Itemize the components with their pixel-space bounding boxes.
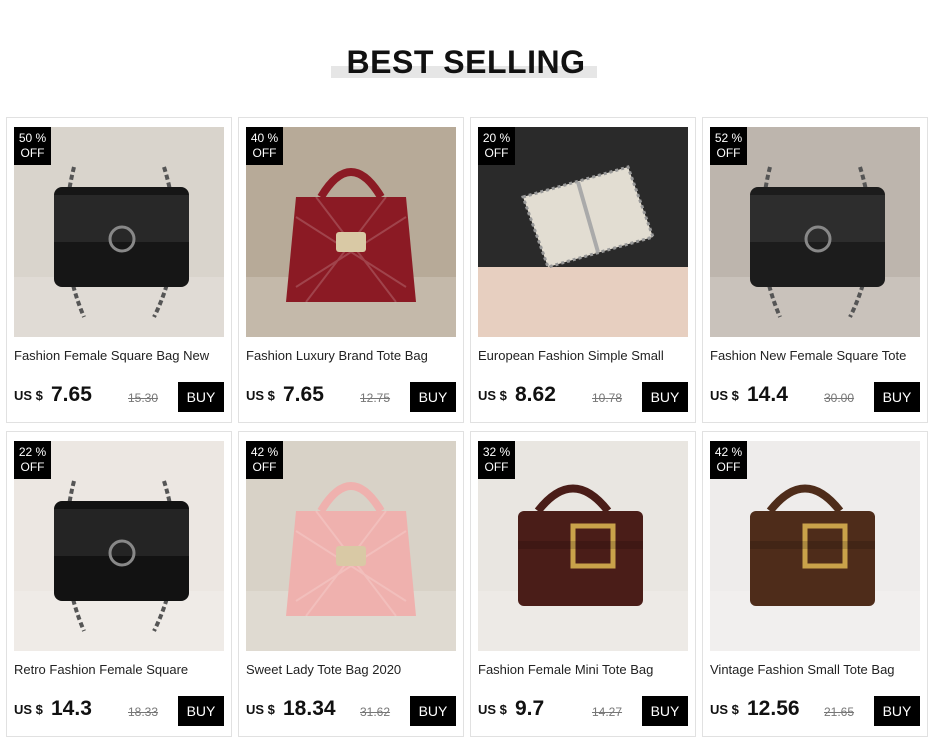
- currency-label: US $: [246, 702, 275, 717]
- product-name[interactable]: Fashion Female Square Bag New: [14, 348, 226, 363]
- product-card[interactable]: 52 % OFF Fashion New Female Square Tote US …: [702, 117, 928, 423]
- discount-badge: 42 % OFF: [246, 441, 283, 479]
- original-price: 10.78: [592, 391, 623, 405]
- original-price: 15.30: [128, 391, 159, 405]
- original-price: 14.27: [592, 705, 623, 719]
- discount-badge: 22 % OFF: [14, 441, 51, 479]
- buy-button[interactable]: BUY: [178, 382, 224, 412]
- product-card[interactable]: 32 % OFF Fashion Female Mini Tote Bag US $ 9…: [470, 431, 696, 737]
- discount-percent: 42 %: [250, 445, 279, 459]
- product-card[interactable]: 20 % OFF European Fashion Simple Small US $…: [470, 117, 696, 423]
- product-card[interactable]: 40 % OFF Fashion Luxury Brand Tote Bag US $…: [238, 117, 464, 423]
- currency-label: US $: [710, 388, 739, 403]
- buy-button[interactable]: BUY: [178, 696, 224, 726]
- product-card[interactable]: 42 % OFF Vintage Fashion Small Tote Bag US …: [702, 431, 928, 737]
- product-card[interactable]: 42 % OFF Sweet Lady Tote Bag 2020 US $ 18.34…: [238, 431, 464, 737]
- discount-percent: 40 %: [250, 131, 279, 145]
- discount-off-label: OFF: [716, 460, 741, 474]
- buy-button[interactable]: BUY: [874, 696, 920, 726]
- product-name[interactable]: Fashion Female Mini Tote Bag: [478, 662, 690, 677]
- currency-label: US $: [710, 702, 739, 717]
- sale-price: 9.7: [515, 697, 545, 720]
- discount-percent: 50 %: [18, 131, 47, 145]
- discount-off-label: OFF: [20, 146, 45, 160]
- currency-label: US $: [478, 388, 507, 403]
- discount-off-label: OFF: [252, 146, 277, 160]
- page-title: BEST SELLING: [346, 44, 586, 80]
- discount-badge: 50 % OFF: [14, 127, 51, 165]
- product-name[interactable]: Sweet Lady Tote Bag 2020: [246, 662, 458, 677]
- product-card[interactable]: 22 % OFF Retro Fashion Female Square US $ 14…: [6, 431, 232, 737]
- product-name[interactable]: European Fashion Simple Small: [478, 348, 690, 363]
- discount-badge: 42 % OFF: [710, 441, 747, 479]
- discount-percent: 42 %: [714, 445, 743, 459]
- original-price: 18.33: [128, 705, 159, 719]
- section-header: BEST SELLING: [0, 40, 932, 90]
- sale-price: 7.65: [283, 383, 324, 406]
- discount-percent: 22 %: [18, 445, 47, 459]
- discount-percent: 32 %: [482, 445, 511, 459]
- discount-off-label: OFF: [484, 146, 509, 160]
- original-price: 21.65: [824, 705, 855, 719]
- sale-price: 18.34: [283, 697, 336, 720]
- discount-badge: 20 % OFF: [478, 127, 515, 165]
- original-price: 12.75: [360, 391, 391, 405]
- discount-off-label: OFF: [716, 146, 741, 160]
- sale-price: 7.65: [51, 383, 92, 406]
- original-price: 30.00: [824, 391, 855, 405]
- sale-price: 14.3: [51, 697, 92, 720]
- product-name[interactable]: Vintage Fashion Small Tote Bag: [710, 662, 922, 677]
- discount-off-label: OFF: [484, 460, 509, 474]
- discount-off-label: OFF: [20, 460, 45, 474]
- buy-button[interactable]: BUY: [642, 696, 688, 726]
- sale-price: 12.56: [747, 697, 800, 720]
- product-name[interactable]: Fashion Luxury Brand Tote Bag: [246, 348, 458, 363]
- original-price: 31.62: [360, 705, 391, 719]
- buy-button[interactable]: BUY: [410, 696, 456, 726]
- discount-percent: 20 %: [482, 131, 511, 145]
- product-name[interactable]: Retro Fashion Female Square: [14, 662, 226, 677]
- sale-price: 14.4: [747, 383, 788, 406]
- currency-label: US $: [14, 388, 43, 403]
- discount-badge: 32 % OFF: [478, 441, 515, 479]
- product-card[interactable]: 50 % OFF Fashion Female Square Bag New US $…: [6, 117, 232, 423]
- sale-price: 8.62: [515, 383, 556, 406]
- discount-percent: 52 %: [714, 131, 743, 145]
- buy-button[interactable]: BUY: [874, 382, 920, 412]
- buy-button[interactable]: BUY: [410, 382, 456, 412]
- currency-label: US $: [478, 702, 507, 717]
- currency-label: US $: [14, 702, 43, 717]
- discount-off-label: OFF: [252, 460, 277, 474]
- currency-label: US $: [246, 388, 275, 403]
- discount-badge: 40 % OFF: [246, 127, 283, 165]
- buy-button[interactable]: BUY: [642, 382, 688, 412]
- discount-badge: 52 % OFF: [710, 127, 747, 165]
- product-name[interactable]: Fashion New Female Square Tote: [710, 348, 922, 363]
